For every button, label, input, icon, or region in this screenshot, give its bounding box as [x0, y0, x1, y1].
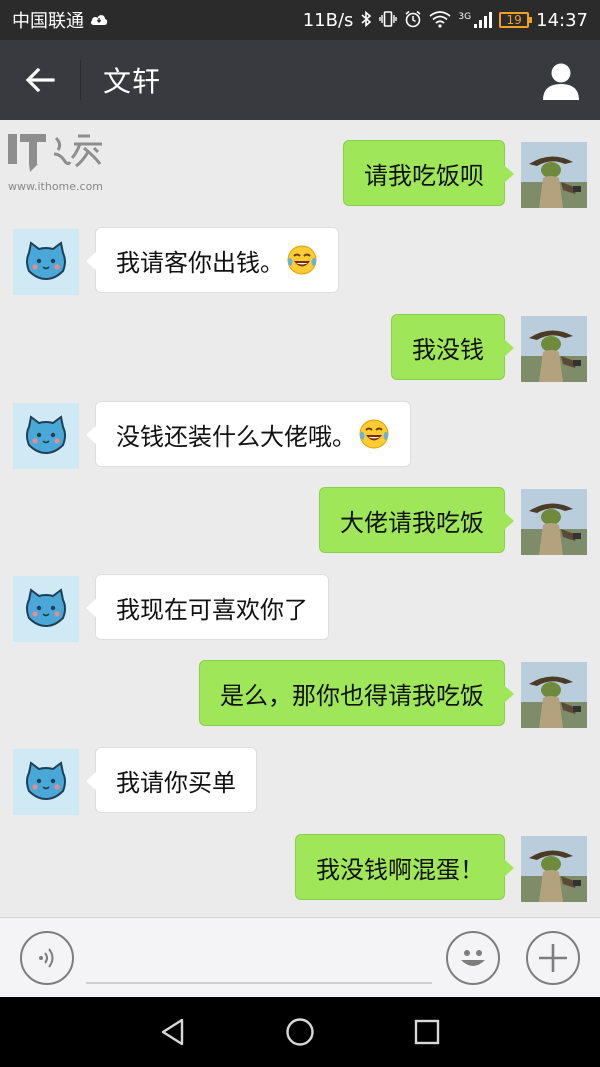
- clock-label: 14:37: [536, 9, 588, 31]
- message-list[interactable]: www.ithome.com 请我吃饭呗 我请客你出钱。 我没钱 没钱还装什么大…: [0, 120, 600, 917]
- laughing-tears-emoji-icon: [286, 244, 318, 276]
- nav-recents-button[interactable]: [407, 1012, 447, 1052]
- message-text: 没钱还装什么大佬哦。: [116, 422, 356, 451]
- my-avatar[interactable]: [521, 316, 587, 382]
- message-row-sent: 我没钱: [0, 314, 600, 384]
- status-left: 中国联通: [12, 7, 108, 33]
- signal-icon: 3G: [458, 12, 493, 28]
- nav-home-button[interactable]: [280, 1012, 320, 1052]
- message-row-received: 我现在可喜欢你了: [0, 574, 600, 644]
- sent-bubble[interactable]: 我没钱: [391, 314, 514, 380]
- message-row-received: 我请客你出钱。: [0, 227, 600, 297]
- received-bubble[interactable]: 我请你买单: [86, 747, 257, 813]
- received-bubble[interactable]: 没钱还装什么大佬哦。: [86, 401, 411, 467]
- voice-input-button[interactable]: [20, 931, 74, 985]
- system-nav-bar: [0, 997, 600, 1067]
- contact-avatar[interactable]: [13, 749, 79, 815]
- message-row-sent: 请我吃饭呗: [0, 140, 600, 210]
- network-type-label: 3G: [458, 12, 472, 22]
- my-avatar[interactable]: [521, 836, 587, 902]
- plus-icon: [539, 944, 567, 972]
- carrier-label: 中国联通: [12, 11, 84, 32]
- laughing-tears-emoji-icon: [358, 418, 390, 450]
- message-text: 我请客你出钱。: [116, 248, 284, 277]
- contact-avatar[interactable]: [13, 403, 79, 469]
- contact-avatar[interactable]: [13, 229, 79, 295]
- smiley-icon: [461, 950, 485, 966]
- my-avatar[interactable]: [521, 142, 587, 208]
- back-arrow-icon: [25, 67, 55, 93]
- vibrate-icon: [379, 10, 398, 31]
- message-input[interactable]: [86, 936, 432, 984]
- header-divider: [80, 60, 81, 100]
- chat-info-button[interactable]: [540, 60, 582, 102]
- sent-bubble[interactable]: 请我吃饭呗: [343, 140, 514, 206]
- person-icon: [543, 63, 579, 100]
- nav-back-button[interactable]: [153, 1012, 193, 1052]
- alarm-icon: [404, 10, 422, 31]
- message-row-received: 没钱还装什么大佬哦。: [0, 401, 600, 471]
- circle-home-icon: [286, 1018, 314, 1046]
- message-text: 我没钱: [412, 335, 484, 364]
- status-right: 11B/s 3G 19 14:37: [303, 10, 588, 31]
- cloud-icon: [90, 12, 108, 29]
- battery-icon: 19: [499, 12, 533, 28]
- battery-level: 19: [506, 13, 522, 27]
- message-row-received: 我请你买单: [0, 747, 600, 817]
- triangle-back-icon: [162, 1018, 184, 1046]
- message-text: 我现在可喜欢你了: [116, 595, 308, 624]
- message-text: 是么，那你也得请我吃饭: [220, 681, 484, 710]
- message-row-sent: 是么，那你也得请我吃饭: [0, 660, 600, 730]
- more-options-button[interactable]: [526, 931, 580, 985]
- message-text: 我没钱啊混蛋！: [316, 855, 484, 884]
- contact-avatar[interactable]: [13, 576, 79, 642]
- chat-header: 文轩: [0, 40, 600, 120]
- sent-bubble[interactable]: 大佬请我吃饭: [319, 487, 514, 553]
- sent-bubble[interactable]: 是么，那你也得请我吃饭: [199, 660, 514, 726]
- message-text: 大佬请我吃饭: [340, 508, 484, 537]
- emoji-button[interactable]: [446, 931, 500, 985]
- square-recents-icon: [414, 1019, 439, 1045]
- my-avatar[interactable]: [521, 489, 587, 555]
- message-row-sent: 大佬请我吃饭: [0, 487, 600, 557]
- message-text: 请我吃饭呗: [364, 161, 484, 190]
- received-bubble[interactable]: 我请客你出钱。: [86, 227, 339, 293]
- back-button[interactable]: [0, 40, 80, 120]
- message-text: 我请你买单: [116, 768, 236, 797]
- status-bar: 中国联通 11B/s 3G 19 14:37: [0, 0, 600, 40]
- received-bubble[interactable]: 我现在可喜欢你了: [86, 574, 329, 640]
- chat-title: 文轩: [103, 65, 162, 98]
- my-avatar[interactable]: [521, 662, 587, 728]
- composer-bar: [0, 917, 600, 997]
- message-row-sent: 我没钱啊混蛋！: [0, 834, 600, 904]
- wifi-icon: [429, 10, 451, 31]
- voice-wave-icon: [39, 948, 54, 968]
- sent-bubble[interactable]: 我没钱啊混蛋！: [295, 834, 514, 900]
- net-speed-label: 11B/s: [302, 9, 354, 31]
- bluetooth-icon: [360, 10, 372, 31]
